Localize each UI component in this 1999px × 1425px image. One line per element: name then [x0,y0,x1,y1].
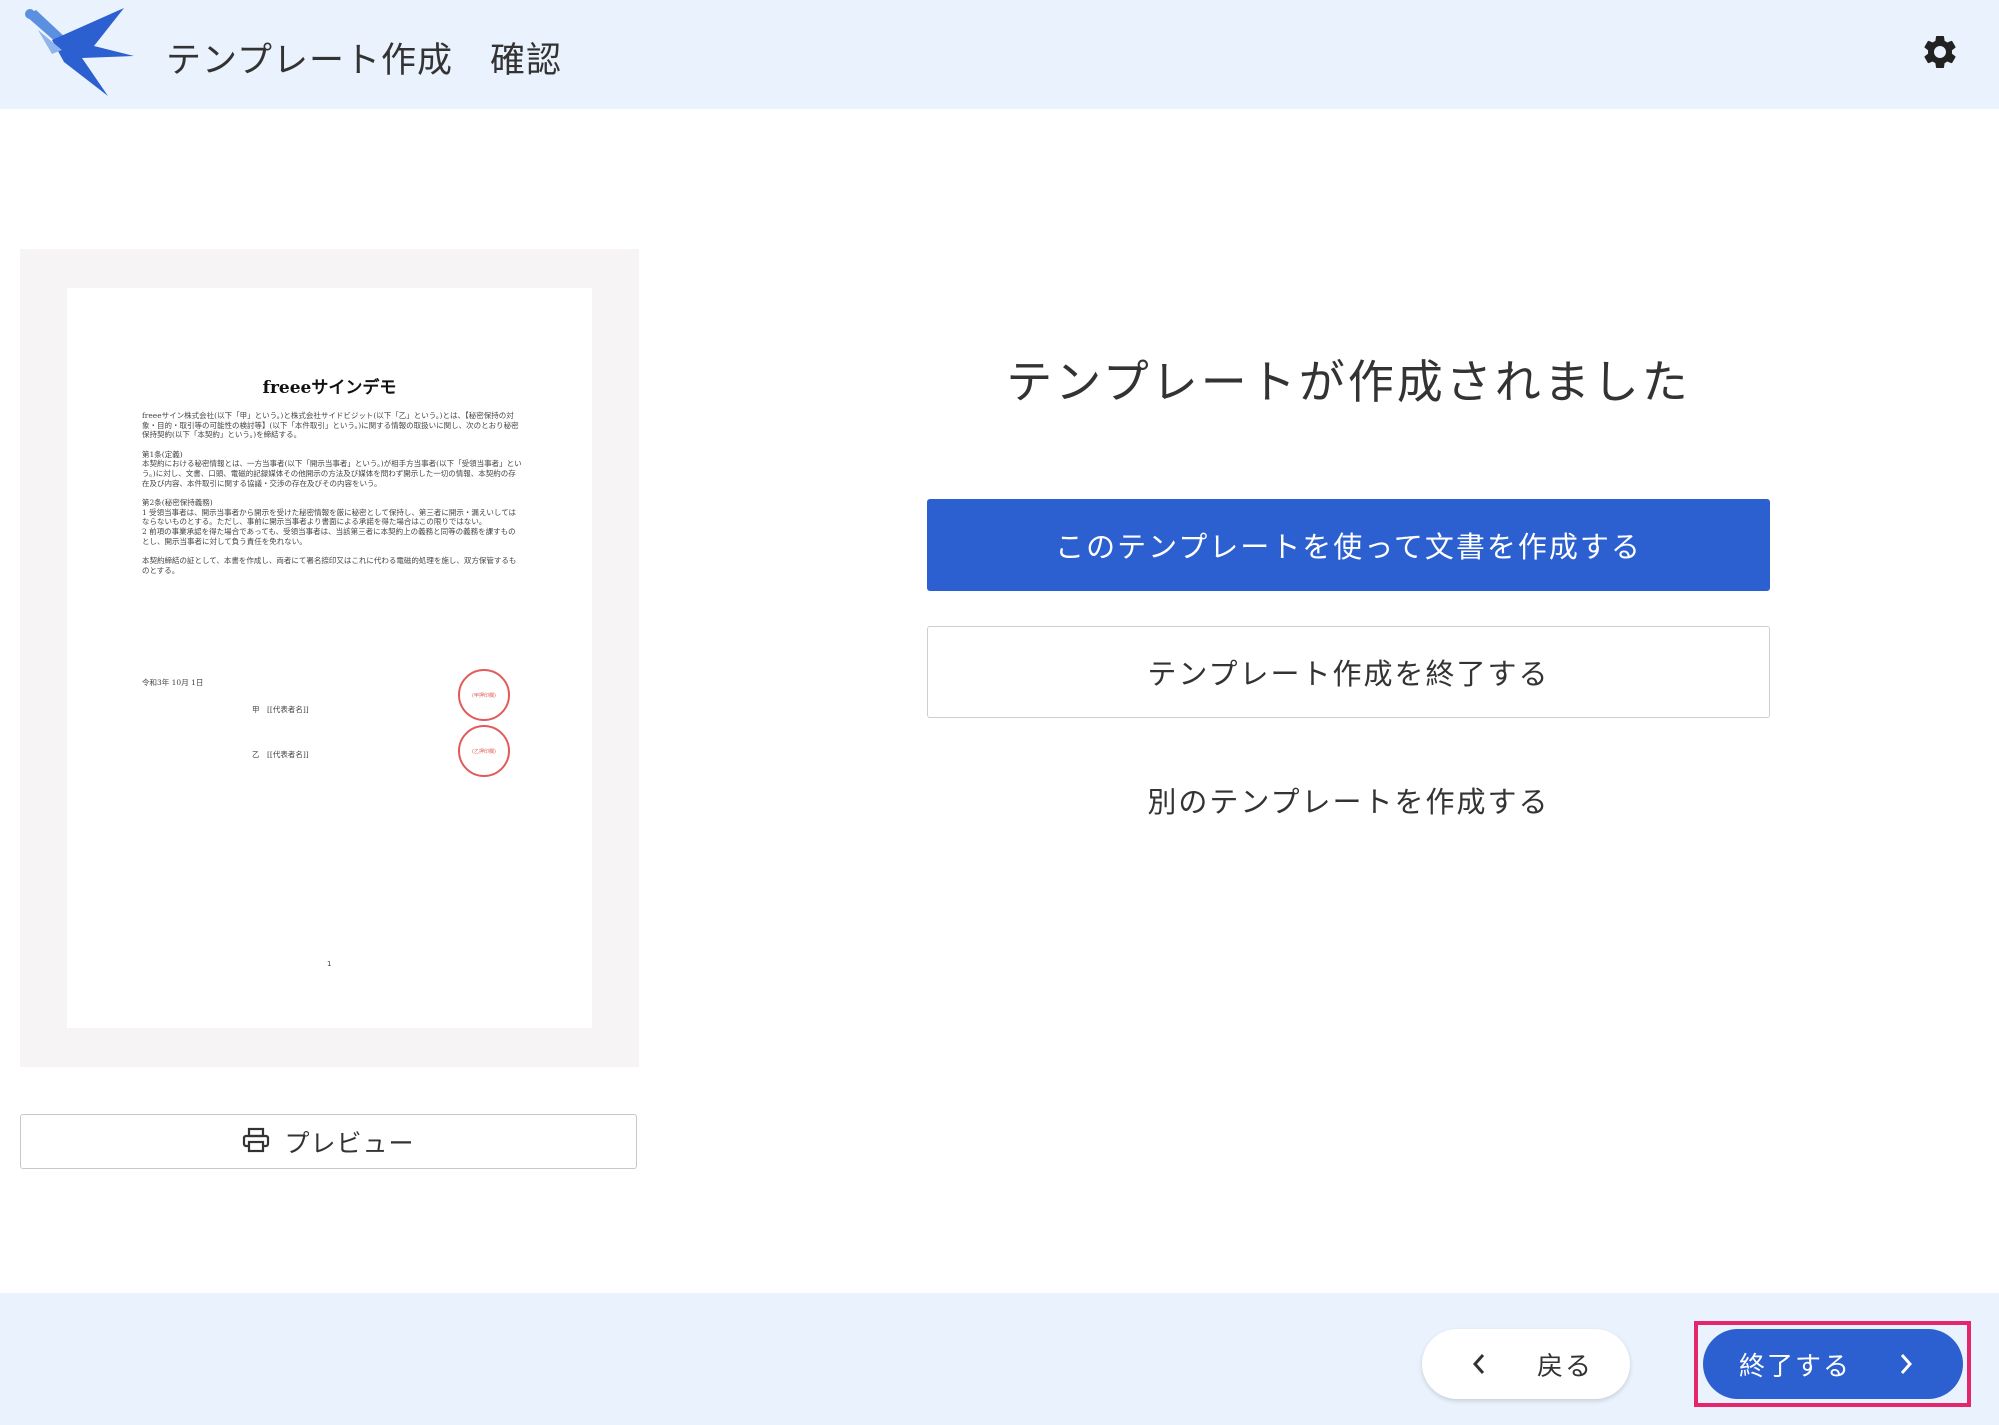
create-document-button[interactable]: このテンプレートを使って文書を作成する [927,499,1770,591]
preview-button-label: プレビュー [284,1128,415,1158]
document-preview-frame: freeeサインデモ freeeサイン株式会社(以下「甲」という。)と株式会社サ… [20,249,639,1067]
document-article-body: 1 受領当事者は、開示当事者から開示を受けた秘密情報を厳に秘密として保持し、第三… [142,507,517,527]
document-title: freeeサインデモ [262,378,397,398]
step-label: 確認 [490,41,563,81]
finish-button[interactable]: 終了する [1703,1329,1963,1399]
bird-logo-icon [22,6,134,98]
footer-bar: 戻る 終了する [0,1293,1999,1425]
finish-button-label: 終了する [1739,1352,1852,1382]
printer-icon [242,1127,270,1157]
document-page-number: 1 [327,960,332,968]
chevron-left-icon [1472,1352,1486,1380]
document-article-heading: 第2条(秘密保持義務) [142,498,213,508]
finish-template-creation-button[interactable]: テンプレート作成を終了する [927,626,1770,718]
app-header: テンプレート作成 確認 [0,0,1999,109]
document-party-b: 乙 [[代表者名]] [252,750,309,759]
seal-stamp-a: (甲押印欄) [458,669,510,721]
document-page: freeeサインデモ freeeサイン株式会社(以下「甲」という。)と株式会社サ… [67,288,592,1028]
document-body: freeeサイン株式会社(以下「甲」という。)と株式会社サイドビジット(以下「乙… [142,411,522,585]
create-another-template-link[interactable]: 別のテンプレートを作成する [927,770,1770,830]
seal-stamp-b: (乙押印欄) [458,725,510,777]
preview-button[interactable]: プレビュー [20,1114,637,1169]
chevron-right-icon [1899,1352,1913,1380]
document-intro: freeeサイン株式会社(以下「甲」という。)と株式会社サイドビジット(以下「乙… [142,411,519,440]
document-article-body: 本契約における秘密情報とは、一方当事者(以下「開示当事者」という。)が相手方当事… [142,459,522,488]
back-button[interactable]: 戻る [1422,1329,1630,1399]
document-article-body: 2 前項の事業承認を得た場合であっても、受領当事者は、当該第三者に本契約上の義務… [142,526,516,546]
document-closing: 本契約締結の証として、本書を作成し、両者にて署名捺印又はこれに代わる電磁的処理を… [142,556,517,575]
gear-icon[interactable] [1920,32,1960,72]
back-button-label: 戻る [1537,1352,1594,1382]
document-party-a: 甲 [[代表者名]] [252,705,309,714]
document-date: 令和3年 10月 1日 [142,678,204,687]
success-message: テンプレートが作成されました [1006,355,1691,409]
document-article-heading: 第1条(定義) [142,449,183,459]
page-title: テンプレート作成 [166,41,453,81]
